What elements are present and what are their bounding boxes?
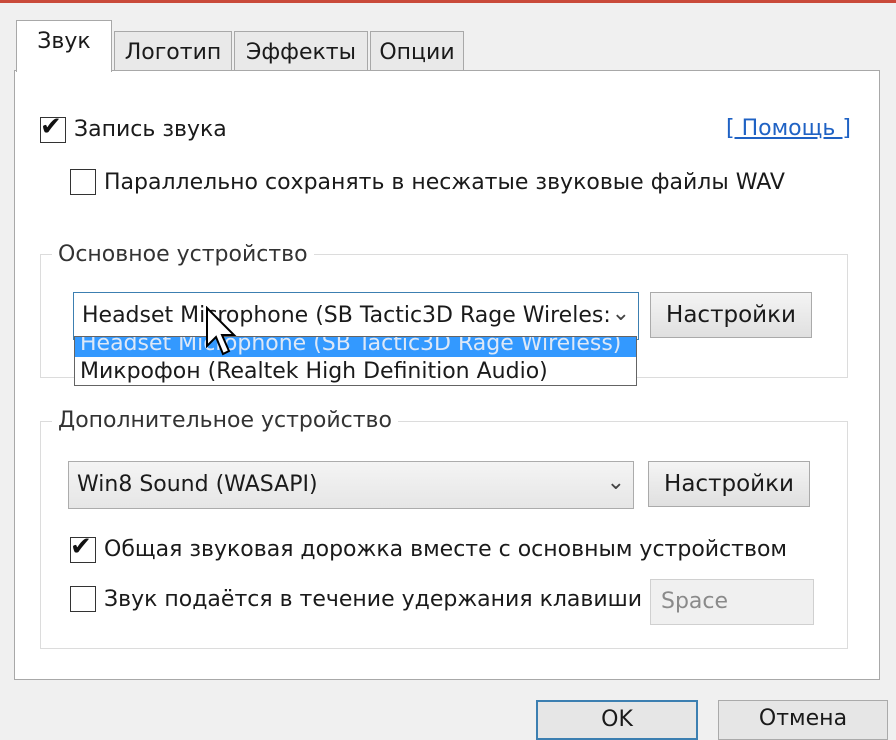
tab-effects[interactable]: Эффекты xyxy=(234,31,368,73)
tab-sound[interactable]: Звук xyxy=(16,20,112,72)
secondary-settings-label: Настройки xyxy=(664,471,794,497)
checkmark-icon: ✔ xyxy=(70,532,92,562)
dropdown-option-realtek[interactable]: Микрофон (Realtek High Definition Audio) xyxy=(75,359,636,385)
primary-settings-label: Настройки xyxy=(666,302,796,328)
secondary-device-title: Дополнительное устройство xyxy=(52,408,398,433)
secondary-settings-button[interactable]: Настройки xyxy=(648,461,810,507)
cancel-button[interactable]: Отмена xyxy=(718,700,888,740)
primary-settings-button[interactable]: Настройки xyxy=(650,292,812,338)
primary-device-title: Основное устройство xyxy=(52,242,314,267)
ok-button[interactable]: OK xyxy=(536,700,698,740)
record-sound-label: Запись звука xyxy=(74,117,227,142)
tab-sound-label: Звук xyxy=(37,29,91,54)
primary-device-value: Headset Microphone (SB Tactic3D Rage Wir… xyxy=(82,303,611,328)
chevron-down-icon: ⌄ xyxy=(606,470,625,495)
tab-options[interactable]: Опции xyxy=(370,31,464,73)
tab-logo-label: Логотип xyxy=(124,40,222,65)
shared-track-label: Общая звуковая дорожка вместе с основным… xyxy=(104,537,788,562)
hotkey-field[interactable]: Space xyxy=(650,579,814,625)
tab-options-label: Опции xyxy=(379,40,455,65)
checkmark-icon: ✔ xyxy=(40,112,62,142)
hotkey-value: Space xyxy=(661,589,729,614)
record-sound-checkbox[interactable]: ✔ xyxy=(40,112,66,143)
tab-logo[interactable]: Логотип xyxy=(114,31,232,73)
shared-track-checkbox[interactable]: ✔ xyxy=(70,532,96,563)
primary-device-dropdown: Headset Microphone (SB Tactic3D Rage Wir… xyxy=(74,336,637,386)
window-top-border xyxy=(0,0,896,3)
secondary-device-value: Win8 Sound (WASAPI) xyxy=(77,472,318,497)
mouse-cursor-icon xyxy=(206,306,237,356)
cancel-label: Отмена xyxy=(758,706,848,731)
chevron-down-icon: ⌄ xyxy=(611,301,630,326)
dropdown-option-headset[interactable]: Headset Microphone (SB Tactic3D Rage Wir… xyxy=(75,337,636,357)
secondary-device-select[interactable]: Win8 Sound (WASAPI) ⌄ xyxy=(68,461,634,509)
save-wav-label: Параллельно сохранять в несжатые звуковы… xyxy=(104,170,785,195)
help-link[interactable]: [ Помощь ] xyxy=(726,116,851,141)
primary-device-select[interactable]: Headset Microphone (SB Tactic3D Rage Wir… xyxy=(73,292,639,340)
save-wav-checkbox[interactable] xyxy=(70,169,96,195)
push-to-talk-checkbox[interactable] xyxy=(70,586,96,612)
tab-effects-label: Эффекты xyxy=(246,40,356,65)
push-to-talk-label: Звук подаётся в течение удержания клавиш… xyxy=(104,587,643,612)
